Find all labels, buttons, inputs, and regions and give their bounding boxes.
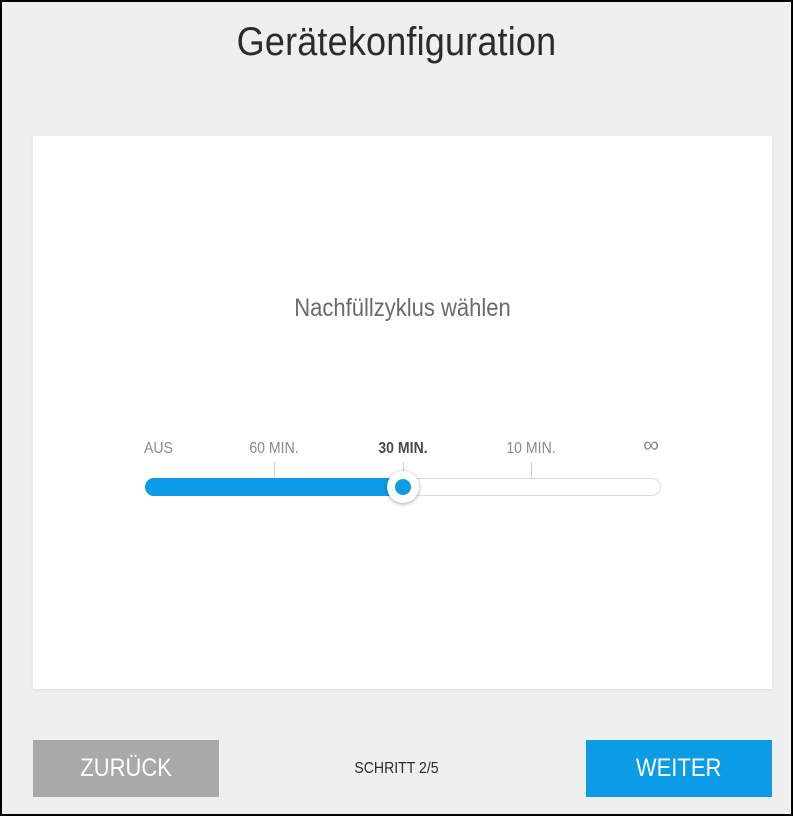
page-title: Gerätekonfiguration: [236, 20, 557, 64]
slider-track-fill: [145, 478, 403, 496]
app-window: Gerätekonfiguration Nachfüllzyklus wähle…: [0, 0, 793, 816]
next-button[interactable]: WEITER: [586, 740, 772, 797]
slider-label-off[interactable]: AUS: [144, 440, 173, 458]
slider-thumb-dot: [395, 479, 411, 495]
settings-card: Nachfüllzyklus wählen AUS 60 MIN. 30 MIN…: [33, 136, 772, 689]
infinity-icon[interactable]: ∞: [643, 432, 659, 458]
slider-thumb[interactable]: [387, 471, 419, 503]
refill-cycle-slider: AUS 60 MIN. 30 MIN. 10 MIN. ∞: [33, 136, 772, 689]
slider-tick-60-min: [274, 462, 275, 478]
slider-tick-10-min: [531, 462, 532, 478]
slider-label-60-min[interactable]: 60 MIN.: [249, 440, 298, 458]
slider-label-10-min[interactable]: 10 MIN.: [506, 440, 555, 458]
next-button-label: WEITER: [636, 754, 722, 782]
slider-label-30-min[interactable]: 30 MIN.: [378, 440, 427, 458]
